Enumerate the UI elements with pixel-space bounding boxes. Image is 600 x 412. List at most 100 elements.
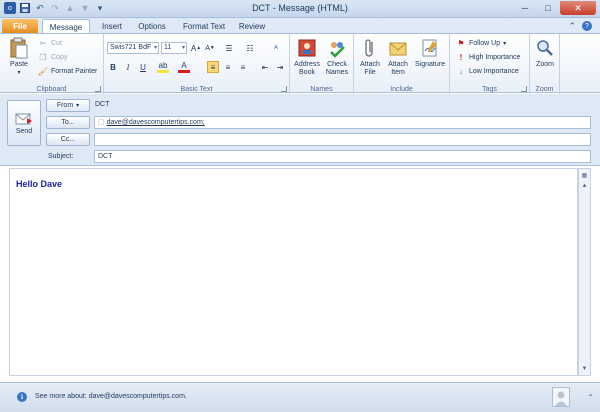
minimize-button[interactable]: ─ [514, 1, 536, 15]
font-color-icon[interactable]: A [178, 61, 190, 73]
info-icon: i [17, 392, 27, 402]
low-importance-button[interactable]: ↓ Low Importance [456, 65, 519, 77]
people-pane-bar: i See more about: dave@davescomputertips… [0, 382, 600, 412]
from-button-label: From [56, 102, 74, 109]
address-book-label: Address Book [294, 61, 320, 76]
check-names-button[interactable]: Check Names [322, 37, 352, 77]
paste-label: Paste [10, 61, 28, 68]
vertical-scrollbar[interactable]: ▦ ▲ ▼ [578, 168, 591, 376]
format-painter-button[interactable]: 🖌 Format Painter [38, 65, 97, 77]
zoom-label: Zoom [536, 61, 554, 68]
from-button[interactable]: From ▾ [46, 99, 90, 112]
magnifier-icon [534, 37, 556, 59]
zoom-group: Zoom Zoom [530, 34, 560, 94]
shrink-font-icon[interactable]: A ▼ [204, 42, 216, 54]
zoom-button[interactable]: Zoom [532, 37, 558, 69]
clear-formatting-icon[interactable]: ᴬ [270, 42, 282, 54]
tab-format-text[interactable]: Format Text [176, 19, 232, 34]
scroll-up-icon[interactable]: ▲ [579, 181, 590, 191]
clipboard-group: Paste ▾ ✂ Cut ❐ Copy 🖌 Format Painter Cl… [0, 34, 104, 94]
copy-button[interactable]: ❐ Copy [38, 51, 67, 63]
contact-avatar[interactable] [552, 387, 570, 407]
basic-text-group: Swis721 BdF ▾ 11 ▾ A ▲ A ▼ ☰ ☷ ᴬ B I U ab … [104, 34, 290, 94]
tab-file[interactable]: File [2, 19, 38, 34]
align-right-icon[interactable]: ≡ [237, 61, 249, 73]
copy-label: Copy [51, 53, 68, 61]
basic-text-group-label: Basic Text [180, 86, 213, 93]
chevron-down-icon: ▾ [503, 40, 507, 47]
chevron-down-icon: ▾ [153, 45, 157, 51]
chevron-down-icon: ▾ [181, 45, 185, 51]
to-field[interactable]: ▢ dave@davescomputertips.com; [94, 116, 591, 129]
ribbon-tabs: File Message Insert Options Format Text … [0, 18, 600, 34]
ribbon: Paste ▾ ✂ Cut ❐ Copy 🖌 Format Painter Cl… [0, 33, 600, 94]
title-bar: o ↶ ↷ ▲ ▼ ▾ DCT - Message (HTML) ─ □ ✕ [0, 0, 600, 18]
decrease-indent-icon[interactable]: ⇤ [259, 61, 271, 73]
font-size-value: 11 [164, 44, 172, 51]
subject-label: Subject: [48, 153, 74, 160]
tags-group: ⚑ Follow Up ▾ ! High Importance ↓ Low Im… [450, 34, 530, 94]
align-center-icon[interactable]: ≡ [222, 61, 234, 73]
minimize-ribbon-icon[interactable]: ⌃ [568, 21, 576, 32]
address-book-button[interactable]: Address Book [292, 37, 322, 77]
names-group: Address Book Check Names Names [290, 34, 354, 94]
font-family-select[interactable]: Swis721 BdF ▾ [107, 42, 159, 54]
send-button[interactable]: Send [7, 100, 41, 146]
chevron-down-icon: ▾ [76, 103, 80, 109]
attach-item-button[interactable]: Attach Item [384, 37, 412, 77]
paste-button[interactable]: Paste ▾ [6, 37, 32, 77]
message-header: Send From ▾ DCT To... ▢ dave@davescomput… [0, 94, 600, 166]
signature-button[interactable]: Signature [412, 37, 448, 69]
message-body[interactable]: Hello Dave [9, 168, 578, 376]
to-button-label: To... [61, 119, 75, 126]
bullets-icon[interactable]: ☰ [223, 42, 235, 54]
cc-field[interactable] [94, 133, 591, 146]
to-recipient[interactable]: dave@davescomputertips.com; [107, 119, 205, 126]
italic-icon[interactable]: I [122, 61, 134, 73]
highlight-icon[interactable]: ab [157, 61, 169, 73]
clipboard-launcher-icon[interactable] [95, 86, 101, 92]
font-family-value: Swis721 BdF [110, 44, 152, 51]
send-icon [15, 112, 33, 128]
cut-button[interactable]: ✂ Cut [38, 37, 62, 49]
font-size-select[interactable]: 11 ▾ [161, 42, 187, 54]
check-names-label: Check Names [325, 61, 349, 76]
tab-insert[interactable]: Insert [94, 19, 130, 34]
scroll-down-icon[interactable]: ▼ [579, 364, 590, 374]
bold-icon[interactable]: B [107, 61, 119, 73]
grow-font-icon[interactable]: A ▲ [190, 42, 202, 54]
clipboard-group-label: Clipboard [36, 86, 67, 93]
attach-item-label: Attach Item [388, 61, 408, 76]
tab-options[interactable]: Options [132, 19, 172, 34]
cc-button[interactable]: Cc... [46, 133, 90, 146]
increase-indent-icon[interactable]: ⇥ [274, 61, 286, 73]
subject-field[interactable]: DCT [94, 150, 591, 163]
format-painter-label: Format Painter [51, 67, 98, 75]
ruler-toggle-icon[interactable]: ▦ [579, 170, 590, 180]
high-importance-button[interactable]: ! High Importance [456, 51, 521, 63]
attach-file-label: Attach File [360, 61, 380, 76]
numbering-icon[interactable]: ☷ [244, 42, 256, 54]
follow-up-button[interactable]: ⚑ Follow Up ▾ [456, 37, 506, 49]
align-left-icon[interactable]: ≡ [207, 61, 219, 73]
tab-review[interactable]: Review [234, 19, 270, 34]
attach-file-button[interactable]: Attach File [356, 37, 384, 77]
expand-people-pane-icon[interactable]: ⌃ [587, 393, 594, 402]
from-value: DCT [95, 101, 110, 108]
see-more-text[interactable]: See more about: dave@davescomputertips.c… [35, 393, 187, 400]
basic-text-launcher-icon[interactable] [281, 86, 287, 92]
help-icon[interactable]: ? [582, 21, 592, 31]
cc-button-label: Cc... [60, 136, 76, 143]
close-button[interactable]: ✕ [560, 1, 596, 15]
body-text[interactable]: Hello Dave [16, 179, 62, 189]
follow-up-label: Follow Up [469, 39, 501, 47]
maximize-button[interactable]: □ [537, 1, 559, 15]
window-title: DCT - Message (HTML) [252, 3, 348, 13]
underline-icon[interactable]: U [137, 61, 149, 73]
to-button[interactable]: To... [46, 116, 90, 129]
tags-launcher-icon[interactable] [521, 86, 527, 92]
include-group: Attach File Attach Item Signature Includ… [354, 34, 450, 94]
tab-message[interactable]: Message [42, 19, 90, 34]
flag-icon: ⚑ [457, 38, 465, 48]
cut-label: Cut [51, 39, 62, 47]
